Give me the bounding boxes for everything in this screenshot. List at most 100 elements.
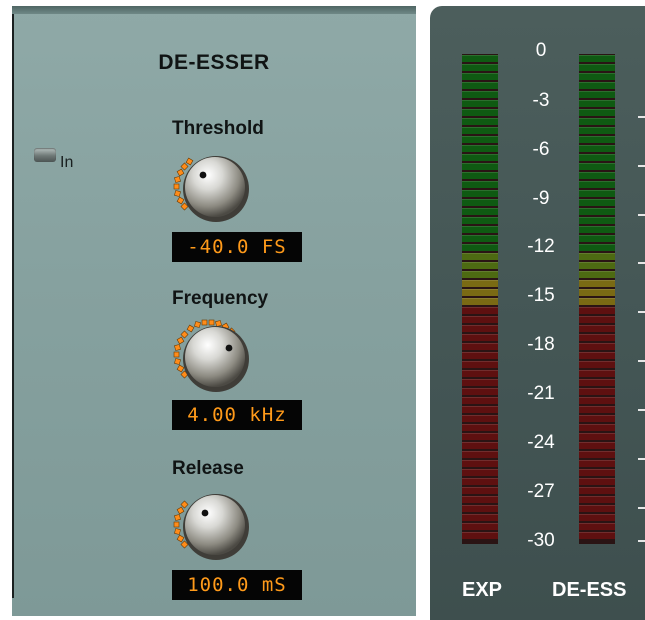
meter-segment — [579, 325, 615, 332]
meter-segment — [579, 118, 615, 125]
meter-segment — [579, 262, 615, 269]
meter-segment — [579, 370, 615, 377]
in-toggle-label: In — [60, 154, 74, 171]
exp-meter-label: EXP — [462, 579, 503, 601]
threshold-knob[interactable] — [169, 148, 261, 228]
meter-segment — [579, 334, 615, 341]
scale-label: -27 — [527, 481, 555, 502]
release-label: Release — [172, 458, 244, 479]
meter-segment — [462, 181, 498, 188]
meter-segment — [462, 442, 498, 449]
meter-segment — [579, 478, 615, 485]
meter-segment — [462, 244, 498, 251]
meter-segment — [579, 226, 615, 233]
meter-segment — [462, 118, 498, 125]
meter-segment — [462, 55, 498, 62]
meter-segment — [462, 433, 498, 440]
meter-segment — [579, 424, 615, 431]
meter-segment — [579, 145, 615, 152]
meter-segment — [462, 478, 498, 485]
meter-segment — [462, 388, 498, 395]
meter-segment — [579, 487, 615, 494]
meter-segment — [462, 163, 498, 170]
scale-tick — [638, 116, 645, 118]
meter-segment — [462, 154, 498, 161]
meter-segment — [462, 343, 498, 350]
scale-label: -24 — [527, 432, 555, 453]
meter-segment — [462, 397, 498, 404]
scale-label: -3 — [532, 90, 550, 111]
release-readout: 100.0 mS — [172, 570, 302, 600]
meter-segment — [462, 280, 498, 287]
meter-panel: 0 -3 -6 -9 -12 -15 -18 -21 -24 -27 -30 E… — [430, 6, 645, 620]
meter-segment — [579, 199, 615, 206]
meter-segment — [579, 442, 615, 449]
scale-tick — [638, 262, 645, 264]
scale-tick — [638, 311, 645, 313]
meter-segment — [579, 127, 615, 134]
de-esser-panel: DE-ESSER In Threshold -40.0 FS Frequency… — [12, 6, 416, 616]
panel-title: DE-ESSER — [158, 51, 270, 74]
meter-segment — [462, 334, 498, 341]
meter-segment — [579, 91, 615, 98]
frequency-knob-icon — [173, 319, 249, 392]
meter-segment — [579, 352, 615, 359]
in-toggle-button[interactable] — [34, 148, 56, 162]
meter-segment — [462, 199, 498, 206]
frequency-knob[interactable] — [169, 316, 261, 396]
meter-segment — [579, 496, 615, 503]
meter-segment — [462, 217, 498, 224]
meter-segment — [462, 145, 498, 152]
meter-segment — [462, 127, 498, 134]
meter-segment — [579, 397, 615, 404]
meter-segment — [462, 82, 498, 89]
scale-label: -6 — [532, 139, 550, 160]
threshold-knob-icon — [173, 156, 249, 222]
scale-tick — [638, 458, 645, 460]
frequency-readout: 4.00 kHz — [172, 400, 302, 430]
scale-label: -12 — [527, 236, 555, 257]
meter-segment — [579, 217, 615, 224]
meter-segment — [579, 532, 615, 539]
meter-segment — [462, 469, 498, 476]
meter-segment — [462, 226, 498, 233]
meter-segment — [462, 496, 498, 503]
threshold-label: Threshold — [172, 118, 264, 139]
meter-segment — [579, 208, 615, 215]
meter-segment — [462, 262, 498, 269]
meter-segment — [579, 172, 615, 179]
meter-segment — [579, 235, 615, 242]
meter-segment — [579, 316, 615, 323]
meter-segment — [579, 64, 615, 71]
meter-segment — [462, 190, 498, 197]
meter-segment — [462, 73, 498, 80]
scale-tick — [638, 214, 645, 216]
meter-segment — [462, 532, 498, 539]
meter-segment — [462, 406, 498, 413]
release-knob-icon — [173, 494, 249, 560]
scale-label: 0 — [535, 40, 547, 61]
meter-segment — [462, 370, 498, 377]
release-knob[interactable] — [169, 486, 261, 566]
scale-label: -15 — [527, 285, 555, 306]
meter-segment — [462, 523, 498, 530]
meter-segment — [579, 361, 615, 368]
scale-label: -21 — [527, 383, 555, 404]
meter-segment — [579, 433, 615, 440]
meter-segment — [579, 415, 615, 422]
meter-segment — [462, 415, 498, 422]
meter-segment — [462, 172, 498, 179]
meter-segment — [462, 64, 498, 71]
meter-segment — [462, 289, 498, 296]
meter-segment — [462, 424, 498, 431]
scale-tick — [638, 165, 645, 167]
meter-segment — [579, 109, 615, 116]
meter-segment — [579, 163, 615, 170]
scale-tick — [638, 409, 645, 411]
meter-segment — [462, 487, 498, 494]
meter-segment — [579, 100, 615, 107]
meter-segment — [579, 307, 615, 314]
meter-segment — [462, 208, 498, 215]
scale-tick — [638, 360, 645, 362]
meter-segment — [579, 343, 615, 350]
